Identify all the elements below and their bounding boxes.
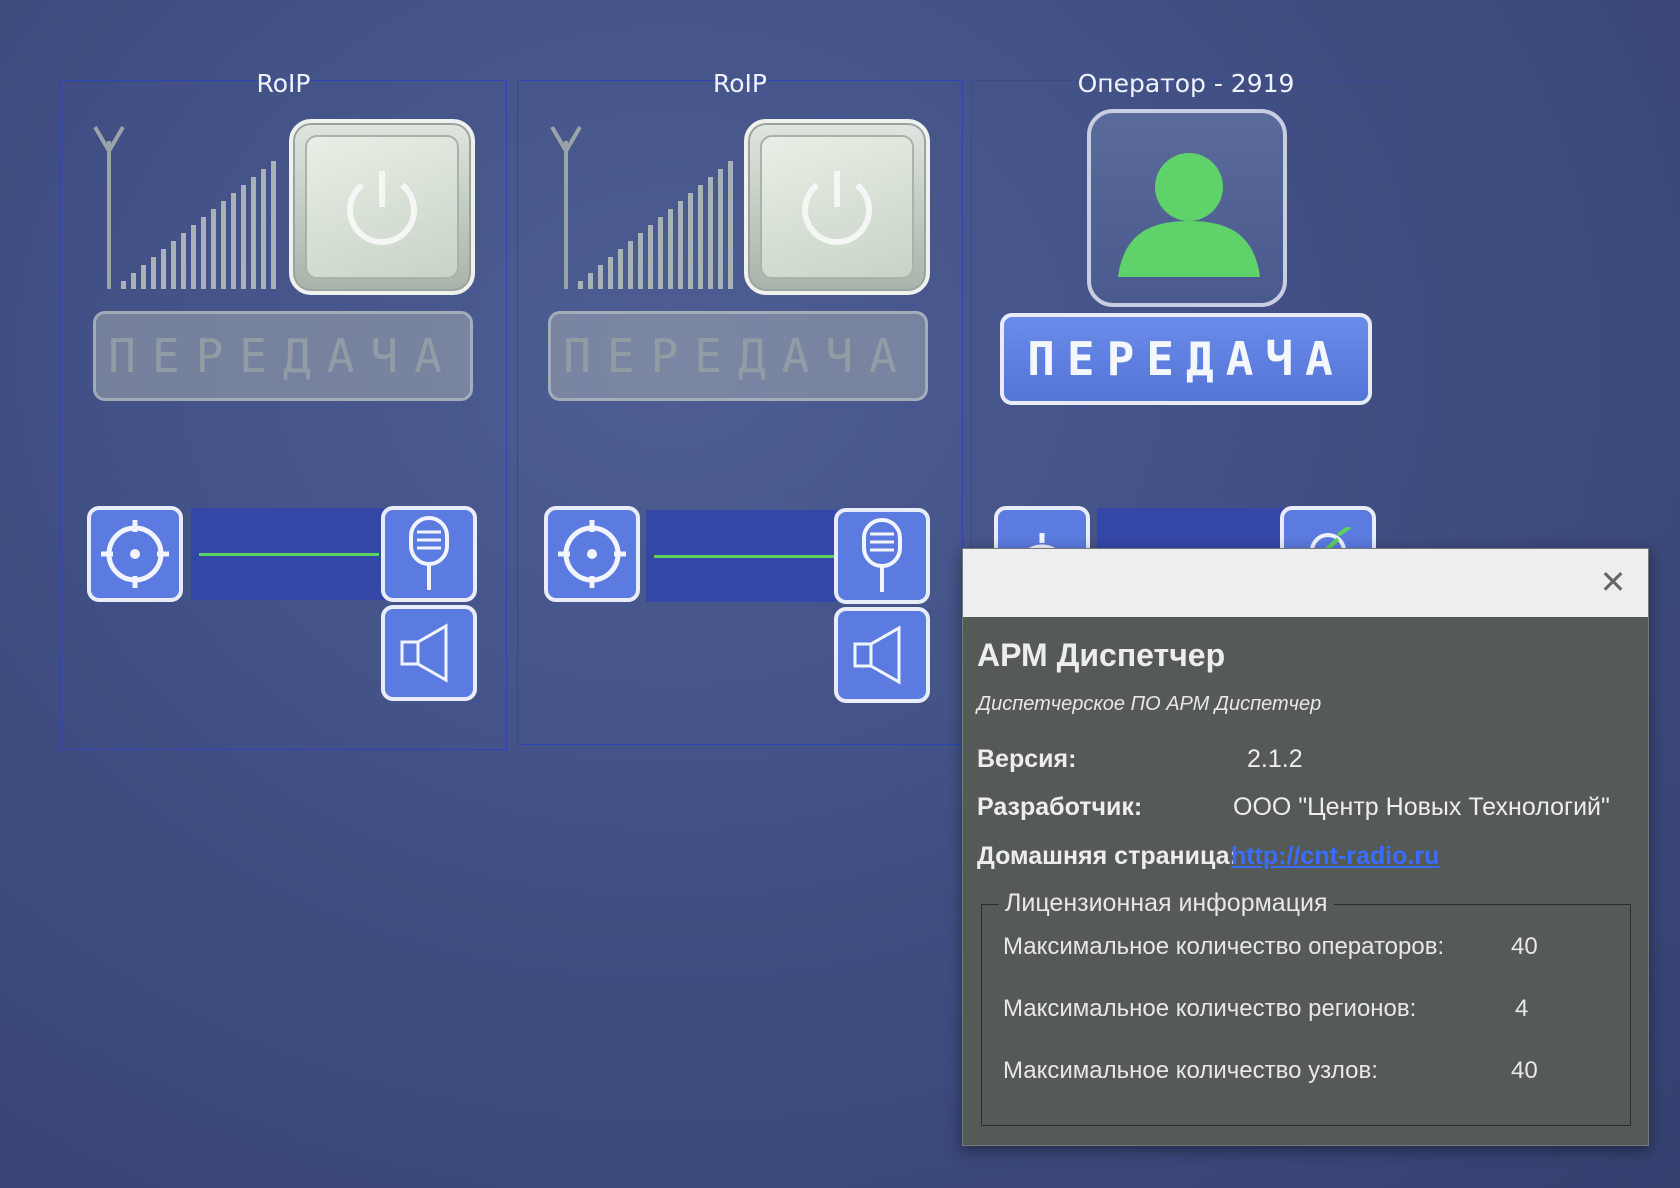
homepage-link[interactable]: http://cnt-radio.ru <box>1231 842 1439 871</box>
level-line <box>199 553 379 556</box>
microphone-icon <box>409 516 449 590</box>
channel-panel-1: RoIP ПЕРЕДАЧА <box>60 69 507 750</box>
power-icon <box>802 171 872 245</box>
power-button[interactable] <box>289 119 475 295</box>
developer-value: ООО "Центр Новых Технологий" <box>1233 793 1610 821</box>
license-row-value: 40 <box>1511 933 1538 960</box>
dialog-titlebar[interactable]: ✕ <box>963 549 1648 617</box>
license-row-value: 4 <box>1515 995 1529 1022</box>
user-icon <box>1118 153 1260 277</box>
license-row-value: 40 <box>1511 1057 1538 1084</box>
signal-strength-icon <box>550 125 733 289</box>
channel-title: RoIP <box>713 69 767 98</box>
power-icon <box>347 171 417 245</box>
speaker-button[interactable] <box>834 607 930 703</box>
version-label: Версия: <box>977 745 1077 773</box>
microphone-button[interactable] <box>381 506 477 602</box>
power-button[interactable] <box>744 119 930 295</box>
license-row-label: Максимальное количество регионов: <box>1003 995 1417 1022</box>
speaker-icon <box>400 623 448 683</box>
microphone-icon <box>862 518 902 592</box>
close-icon[interactable]: ✕ <box>1596 565 1630 599</box>
speaker-button[interactable] <box>381 605 477 701</box>
license-row-label: Максимальное количество операторов: <box>1003 933 1445 960</box>
target-button[interactable] <box>544 506 640 602</box>
app-name: АРМ Диспетчер <box>977 637 1226 673</box>
transmit-button[interactable]: ПЕРЕДАЧА <box>548 311 928 401</box>
developer-label: Разработчик: <box>977 793 1143 821</box>
channel-panel-2: RoIP ПЕРЕДАЧА <box>517 69 963 745</box>
target-button[interactable] <box>87 506 183 602</box>
about-dialog: ✕ АРМ Диспетчер Диспетчерское ПО АРМ Дис… <box>962 548 1649 1146</box>
homepage-label: Домашняя страница: <box>977 842 1238 870</box>
transmit-button[interactable]: ПЕРЕДАЧА <box>93 311 473 401</box>
level-meter <box>646 510 842 602</box>
level-meter <box>191 508 387 600</box>
app-description: Диспетчерское ПО АРМ Диспетчер <box>977 693 1322 715</box>
microphone-button[interactable] <box>834 508 930 604</box>
operator-panel: Оператор - 2919 ПЕРЕДАЧА <box>971 69 1401 572</box>
operator-title: Оператор - 2919 <box>1077 69 1295 98</box>
crosshair-icon <box>101 520 169 588</box>
license-legend: Лицензионная информация <box>999 889 1334 918</box>
channel-title: RoIP <box>256 69 311 98</box>
version-value: 2.1.2 <box>1247 745 1303 773</box>
crosshair-icon <box>558 520 626 588</box>
transmit-button[interactable]: ПЕРЕДАЧА <box>1000 313 1372 405</box>
signal-strength-icon <box>93 125 276 289</box>
level-line <box>654 555 834 558</box>
speaker-icon <box>853 625 901 685</box>
operator-avatar[interactable] <box>1087 109 1287 307</box>
license-row-label: Максимальное количество узлов: <box>1003 1057 1378 1084</box>
